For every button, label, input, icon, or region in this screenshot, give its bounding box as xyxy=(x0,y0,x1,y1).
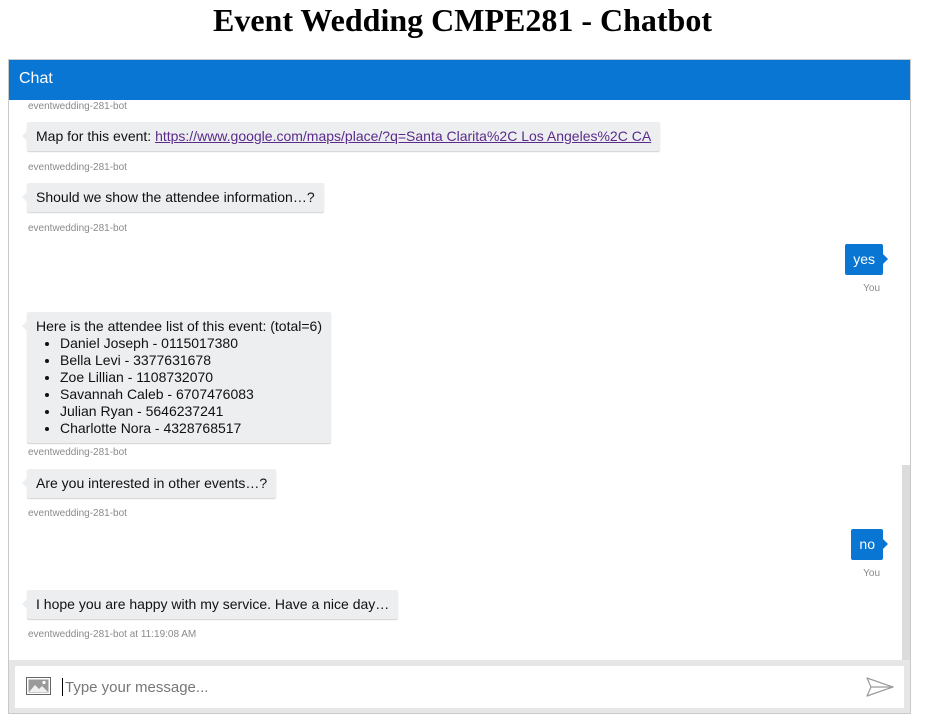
sender-label: eventwedding-281-bot at 11:19:08 AM xyxy=(28,629,197,640)
bot-message: I hope you are happy with my service. Ha… xyxy=(21,590,399,619)
message-text: Here is the attendee list of this event:… xyxy=(36,318,322,334)
map-link[interactable]: https://www.google.com/maps/place/?q=San… xyxy=(155,128,651,144)
message-text: no xyxy=(859,536,875,552)
message-composer xyxy=(9,660,910,713)
list-item: Bella Levi - 3377631678 xyxy=(60,352,322,369)
chat-window: Chat eventwedding-281-bot Map for this e… xyxy=(8,59,911,714)
send-icon[interactable] xyxy=(866,677,894,697)
message-text: yes xyxy=(853,251,875,267)
message-input[interactable] xyxy=(61,672,849,702)
list-item: Daniel Joseph - 0115017380 xyxy=(60,335,322,352)
sender-label: eventwedding-281-bot xyxy=(28,101,127,112)
sender-label: eventwedding-281-bot xyxy=(28,508,127,519)
bot-message: Map for this event: https://www.google.c… xyxy=(21,122,661,151)
sender-label: eventwedding-281-bot xyxy=(28,162,127,173)
bot-message: Should we show the attendee information…… xyxy=(22,183,324,212)
user-message: no xyxy=(851,529,888,560)
image-icon[interactable] xyxy=(26,677,51,695)
sender-label: You xyxy=(863,568,880,579)
sender-label: You xyxy=(863,283,880,294)
list-item: Zoe Lillian - 1108732070 xyxy=(60,369,322,386)
page-title: Event Wedding CMPE281 - Chatbot xyxy=(212,2,712,38)
sender-label: eventwedding-281-bot xyxy=(28,447,127,458)
bot-message: Here is the attendee list of this event:… xyxy=(22,312,331,443)
chat-header: Chat xyxy=(9,60,910,100)
message-text: Map for this event: xyxy=(36,128,156,144)
message-list[interactable]: eventwedding-281-bot Map for this event:… xyxy=(9,100,902,660)
message-text: Are you interested in other events…? xyxy=(36,475,268,491)
attendee-list: Daniel Joseph - 0115017380 Bella Levi - … xyxy=(36,335,322,437)
list-item: Charlotte Nora - 4328768517 xyxy=(60,420,322,437)
sender-label: eventwedding-281-bot xyxy=(28,223,127,234)
list-item: Savannah Caleb - 6707476083 xyxy=(60,386,322,403)
message-text: Should we show the attendee information…… xyxy=(36,189,315,205)
user-message: yes xyxy=(845,244,888,275)
message-text: I hope you are happy with my service. Ha… xyxy=(36,596,390,612)
composer-box xyxy=(15,666,904,708)
bot-message: Are you interested in other events…? xyxy=(21,469,277,498)
scrollbar-thumb[interactable] xyxy=(902,465,910,660)
list-item: Julian Ryan - 5646237241 xyxy=(60,403,322,420)
